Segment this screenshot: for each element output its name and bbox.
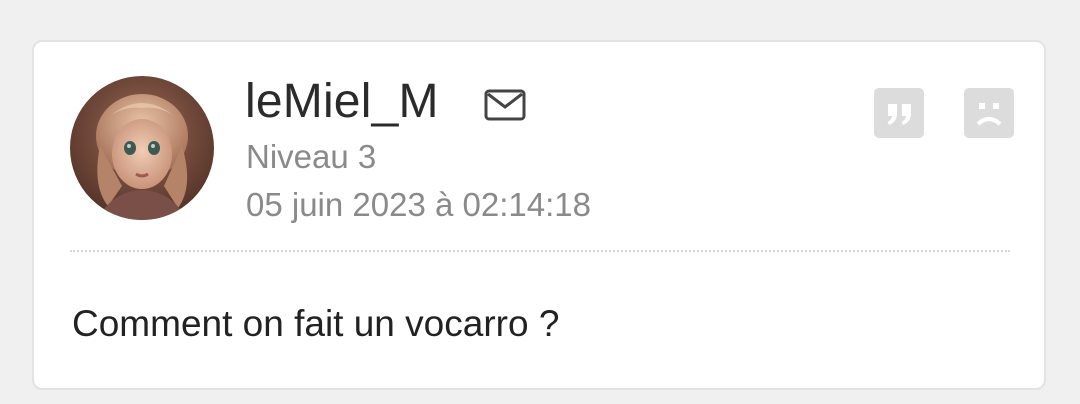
quote-button[interactable]	[874, 88, 924, 138]
post-card: leMiel_M Niveau 3 05 juin 2023 à 02:14:1…	[32, 40, 1046, 390]
quote-icon	[887, 104, 911, 125]
avatar-image	[70, 76, 214, 220]
username[interactable]: leMiel_M	[245, 72, 439, 132]
sad-face-icon	[976, 103, 1002, 126]
report-button[interactable]	[964, 88, 1014, 138]
avatar[interactable]	[70, 76, 214, 220]
divider	[70, 250, 1010, 252]
forum-page: leMiel_M Niveau 3 05 juin 2023 à 02:14:1…	[0, 0, 1080, 404]
post-message: Comment on fait un vocarro ?	[72, 303, 560, 344]
user-level: Niveau 3	[246, 138, 377, 175]
mail-icon[interactable]	[484, 88, 526, 122]
post-date[interactable]: 05 juin 2023 à 02:14:18	[246, 184, 591, 226]
